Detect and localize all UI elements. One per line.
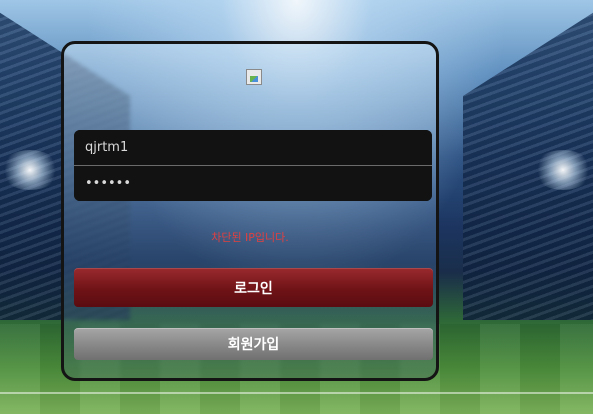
stadium-background: qjrtm1 •••••• 차단된 IP입니다. 로그인 회원가입 xyxy=(0,0,593,414)
login-panel: qjrtm1 •••••• 차단된 IP입니다. 로그인 회원가입 xyxy=(61,41,439,381)
pitch-line xyxy=(0,392,593,394)
stadium-light-right xyxy=(533,150,593,190)
signup-button[interactable]: 회원가입 xyxy=(74,328,433,360)
password-field[interactable]: •••••• xyxy=(74,166,432,201)
stadium-light-left xyxy=(0,150,60,190)
username-field[interactable]: qjrtm1 xyxy=(74,130,432,165)
login-button[interactable]: 로그인 xyxy=(74,268,433,307)
credentials-group: qjrtm1 •••••• xyxy=(74,130,432,201)
error-message: 차단된 IP입니다. xyxy=(211,231,289,244)
broken-image-icon xyxy=(246,69,262,85)
